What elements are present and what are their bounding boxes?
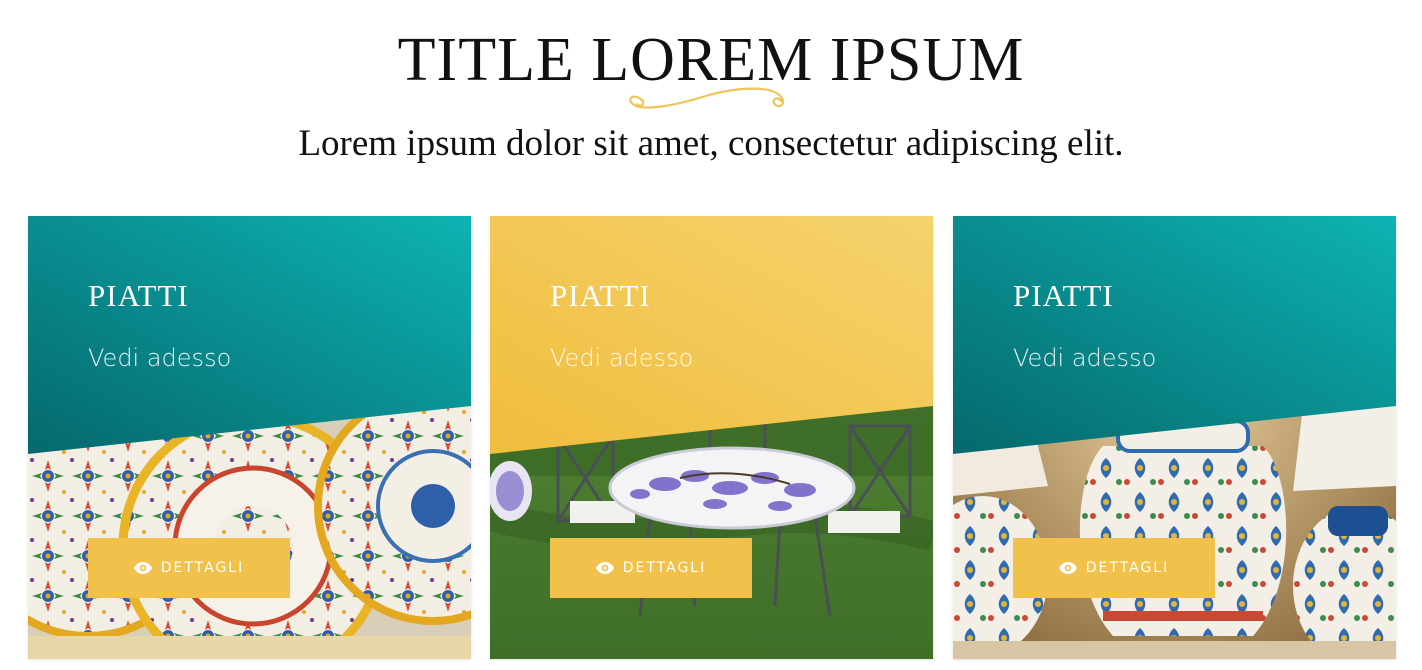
card-title: PIATTI <box>1013 278 1114 313</box>
eye-icon <box>133 562 152 574</box>
category-card[interactable]: PIATTI Vedi adesso DETTAGLI <box>953 216 1396 659</box>
details-button[interactable]: DETTAGLI <box>88 538 290 598</box>
page-subtitle: Lorem ipsum dolor sit amet, consectetur … <box>298 123 1124 164</box>
details-button-label: DETTAGLI <box>160 560 245 576</box>
flourish-divider-icon <box>629 87 785 109</box>
view-now-link[interactable]: Vedi adesso <box>550 342 693 374</box>
view-now-link[interactable]: Vedi adesso <box>1013 342 1156 374</box>
details-button[interactable]: DETTAGLI <box>1013 538 1215 598</box>
details-button-label: DETTAGLI <box>1085 560 1170 576</box>
eye-icon <box>1058 562 1077 574</box>
details-button[interactable]: DETTAGLI <box>550 538 752 598</box>
eye-icon <box>595 562 614 574</box>
category-card[interactable]: PIATTI Vedi adesso DETTAGLI <box>490 216 933 659</box>
view-now-link[interactable]: Vedi adesso <box>88 342 231 374</box>
card-title: PIATTI <box>550 278 651 313</box>
details-button-label: DETTAGLI <box>622 560 707 576</box>
category-card[interactable]: PIATTI Vedi adesso DETTAGLI <box>28 216 471 659</box>
card-title: PIATTI <box>88 278 189 313</box>
